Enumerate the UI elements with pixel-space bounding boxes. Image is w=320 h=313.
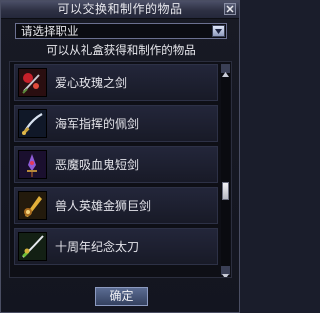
- chevron-down-icon: [215, 29, 222, 34]
- golden-lion-greatsword-icon: [18, 191, 47, 220]
- item-label: 恶魔吸血鬼短剑: [55, 158, 140, 172]
- scroll-up-button[interactable]: [221, 64, 230, 77]
- naval-saber-icon: [18, 109, 47, 138]
- anniversary-katana-icon: [18, 232, 47, 261]
- vampire-dagger-icon: [18, 150, 47, 179]
- close-icon: [226, 5, 234, 13]
- job-select-dropdown[interactable]: 请选择职业: [15, 23, 227, 39]
- arrow-down-icon: [222, 274, 229, 277]
- scroll-thumb[interactable]: [222, 182, 229, 200]
- list-item[interactable]: 兽人英雄金狮巨剑: [14, 187, 218, 224]
- job-select-value: 请选择职业: [21, 24, 79, 38]
- dropdown-toggle[interactable]: [212, 25, 225, 37]
- list-item[interactable]: 十周年纪念太刀: [14, 228, 218, 265]
- list-item[interactable]: 海军指挥的佩剑: [14, 105, 218, 142]
- list-item[interactable]: 恶魔吸血鬼短剑: [14, 146, 218, 183]
- list-subtitle: 可以从礼盒获得和制作的物品: [46, 43, 196, 57]
- list-item[interactable]: 爱心玫瑰之剑: [14, 64, 218, 101]
- confirm-button[interactable]: 确定: [95, 287, 148, 306]
- item-list-scrollbar[interactable]: [221, 64, 230, 277]
- arrow-up-icon: [222, 72, 229, 77]
- item-exchange-window: 可以交换和制作的物品 请选择职业 可以从礼盒获得和制作的物品 爱心玫瑰之剑 海军…: [0, 0, 240, 313]
- scroll-down-button[interactable]: [221, 266, 230, 277]
- item-label: 十周年纪念太刀: [55, 240, 140, 254]
- close-button[interactable]: [224, 3, 236, 15]
- item-list-panel: 爱心玫瑰之剑 海军指挥的佩剑 恶魔吸血鬼短剑 兽人英雄金狮巨剑 十周年纪念太刀: [9, 61, 232, 278]
- window-titlebar[interactable]: 可以交换和制作的物品: [1, 1, 239, 19]
- item-label: 兽人英雄金狮巨剑: [55, 199, 152, 213]
- item-label: 爱心玫瑰之剑: [55, 76, 128, 90]
- window-title: 可以交换和制作的物品: [57, 2, 183, 16]
- item-label: 海军指挥的佩剑: [55, 117, 140, 131]
- rose-sword-icon: [18, 68, 47, 97]
